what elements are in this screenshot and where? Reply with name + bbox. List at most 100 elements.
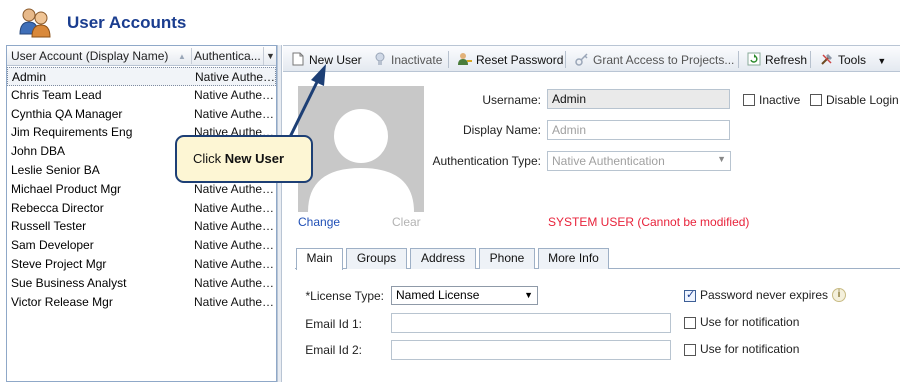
table-row[interactable]: Russell Tester Native Authent... xyxy=(7,217,276,236)
toolbar-separator xyxy=(810,51,811,68)
cell-auth-type: Native Authent... xyxy=(194,219,275,234)
inactive-label: Inactive xyxy=(759,93,801,107)
tools-menu-button[interactable]: Tools ▼ xyxy=(820,52,886,68)
chevron-down-icon: ▼ xyxy=(717,154,726,164)
cell-display-name: Victor Release Mgr xyxy=(11,294,113,309)
tools-label: Tools xyxy=(838,53,867,67)
cell-display-name: Sam Developer xyxy=(11,238,94,253)
page-title: User Accounts xyxy=(67,13,187,32)
new-user-button[interactable]: New User xyxy=(291,52,362,68)
display-name-field[interactable]: Admin xyxy=(547,120,730,140)
cell-auth-type: Native Authent... xyxy=(194,106,275,121)
user-list-panel: User Account (Display Name) ▲ Authentica… xyxy=(6,45,277,382)
table-row[interactable]: Rebecca Director Native Authent... xyxy=(7,199,276,218)
chevron-down-icon: ▼ xyxy=(524,290,533,300)
cell-auth-type: Native Authent... xyxy=(194,294,275,309)
cell-display-name: Chris Team Lead xyxy=(11,87,102,102)
chevron-down-icon: ▼ xyxy=(877,56,887,66)
info-icon[interactable]: i xyxy=(832,288,846,302)
system-user-message: SYSTEM USER (Cannot be modified) xyxy=(548,215,750,229)
user-list: Admin Native Authent... Chris Team Lead Nat… xyxy=(7,67,276,311)
cell-auth-type: Native Authent... xyxy=(194,87,275,102)
license-type-value: Named License xyxy=(396,288,480,302)
email-1-label: Email Id 1: xyxy=(305,317,362,331)
display-name-label: Display Name: xyxy=(462,123,541,137)
refresh-button[interactable]: Refresh xyxy=(747,52,807,68)
table-row[interactable]: Admin Native Authent... xyxy=(7,67,276,86)
email-2-label: Email Id 2: xyxy=(305,343,362,357)
list-header: User Account (Display Name) ▲ Authentica… xyxy=(7,46,276,66)
cell-auth-type: Native Authent... xyxy=(194,238,275,253)
reset-password-button[interactable]: Reset Password xyxy=(458,52,563,68)
inactivate-button[interactable]: Inactivate xyxy=(373,52,442,68)
username-field[interactable]: Admin xyxy=(547,89,730,109)
change-photo-link[interactable]: Change xyxy=(298,215,340,229)
avatar-placeholder xyxy=(298,86,424,212)
instruction-callout: Click New User xyxy=(175,135,313,183)
cell-auth-type: Native Authent... xyxy=(194,275,275,290)
cell-display-name: Russell Tester xyxy=(11,219,87,234)
toolbar-separator xyxy=(738,51,739,68)
panel-splitter[interactable] xyxy=(277,45,282,382)
license-type-label: *License Type: xyxy=(305,289,385,303)
column-menu-dropdown-icon[interactable]: ▼ xyxy=(263,47,276,65)
table-row[interactable]: Sue Business Analyst Native Authent... xyxy=(7,274,276,293)
key-icon xyxy=(575,52,589,66)
tab-phone[interactable]: Phone xyxy=(479,248,535,269)
cell-auth-type: Native Authent... xyxy=(194,256,275,271)
users-icon xyxy=(18,6,52,38)
inactive-checkbox[interactable] xyxy=(743,94,755,106)
use-notification-2-label: Use for notification xyxy=(700,342,800,356)
toolbar-separator xyxy=(565,51,566,68)
new-user-label: New User xyxy=(309,53,362,67)
license-type-select[interactable]: Named License ▼ xyxy=(391,286,538,305)
reset-password-label: Reset Password xyxy=(476,53,564,67)
tab-main[interactable]: Main xyxy=(296,248,343,270)
password-never-expires-checkbox[interactable] xyxy=(684,288,696,302)
cell-display-name: Steve Project Mgr xyxy=(11,256,107,271)
cell-display-name: Jim Requirements Eng xyxy=(11,125,133,140)
use-notification-1-checkbox[interactable] xyxy=(684,317,696,329)
cell-auth-type: Native Authent... xyxy=(195,70,276,84)
password-never-expires-label: Password never expires xyxy=(700,288,829,302)
refresh-icon xyxy=(747,52,761,66)
use-notification-1-label: Use for notification xyxy=(700,315,800,329)
sort-asc-icon: ▲ xyxy=(178,52,186,61)
cell-display-name: Admin xyxy=(12,70,47,84)
cell-display-name: Cynthia QA Manager xyxy=(11,106,123,121)
column-divider[interactable] xyxy=(191,48,192,64)
email-1-input[interactable] xyxy=(391,313,671,333)
disable-login-checkbox[interactable] xyxy=(810,94,822,106)
email-2-input[interactable] xyxy=(391,340,671,360)
grant-access-label: Grant Access to Projects... xyxy=(593,53,735,67)
cell-display-name: Sue Business Analyst xyxy=(11,275,127,290)
table-row[interactable]: Cynthia QA Manager Native Authent... xyxy=(7,105,276,124)
toolbar-separator xyxy=(448,51,449,68)
refresh-label: Refresh xyxy=(765,53,808,67)
clear-photo-link[interactable]: Clear xyxy=(392,215,421,229)
cell-display-name: John DBA xyxy=(11,144,66,159)
callout-text-prefix: Click xyxy=(193,151,225,166)
grant-access-button[interactable]: Grant Access to Projects... xyxy=(575,52,734,68)
cell-display-name: Rebecca Director xyxy=(11,200,104,215)
tools-icon xyxy=(820,52,834,66)
cell-display-name: Leslie Senior BA xyxy=(11,162,100,177)
toolbar: New User Inactivate Reset Password Grant… xyxy=(283,45,900,72)
use-notification-2-checkbox[interactable] xyxy=(684,344,696,356)
username-label: Username: xyxy=(482,93,541,107)
tab-address[interactable]: Address xyxy=(410,248,476,269)
table-row[interactable]: Victor Release Mgr Native Authent... xyxy=(7,293,276,312)
user-key-icon xyxy=(458,52,472,66)
table-row[interactable]: Chris Team Lead Native Authent... xyxy=(7,86,276,105)
column-header-auth[interactable]: Authentica... xyxy=(194,49,260,64)
table-row[interactable]: Sam Developer Native Authent... xyxy=(7,236,276,255)
cell-auth-type: Native Authent... xyxy=(194,200,275,215)
column-header-account[interactable]: User Account (Display Name) xyxy=(11,49,189,64)
table-row[interactable]: Steve Project Mgr Native Authent... xyxy=(7,255,276,274)
auth-type-select[interactable]: Native Authentication ▼ xyxy=(547,151,731,171)
tab-more-info[interactable]: More Info xyxy=(538,248,609,269)
auth-type-label: Authentication Type: xyxy=(432,154,541,168)
tab-groups[interactable]: Groups xyxy=(346,248,407,269)
auth-type-value: Native Authentication xyxy=(552,154,665,168)
lightbulb-icon xyxy=(373,52,387,66)
